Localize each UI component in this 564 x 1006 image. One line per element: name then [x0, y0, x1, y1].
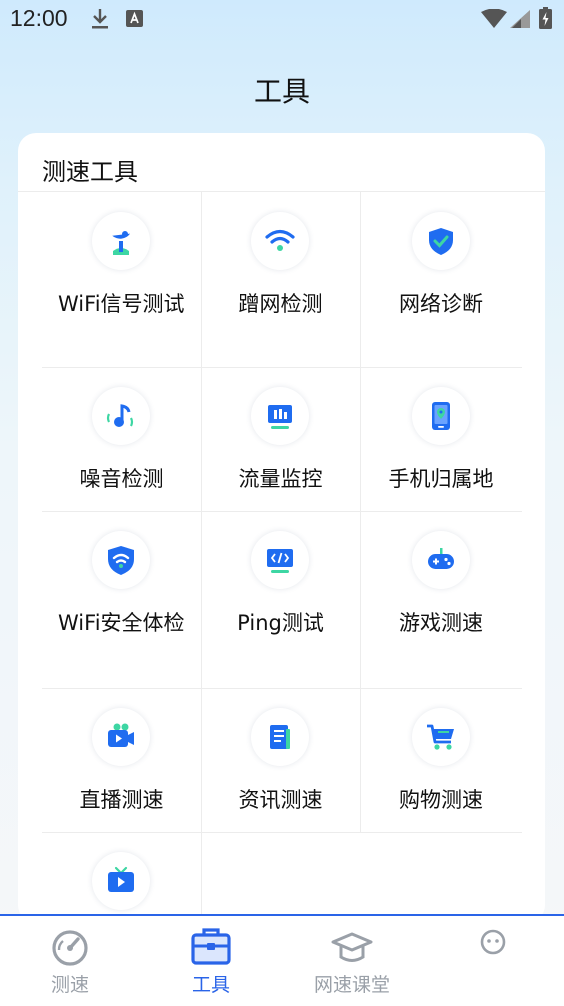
keyboard-a-icon	[126, 10, 143, 31]
tv-play-icon	[92, 852, 150, 910]
tool-wifi-signal-test[interactable]: WiFi信号测试	[42, 192, 201, 367]
phone-location-icon	[412, 387, 470, 445]
tool-label: 资讯测速	[238, 788, 323, 812]
tool-wifi-security-check[interactable]: WiFi安全体检	[42, 511, 201, 688]
tool-label: 噪音检测	[79, 467, 164, 491]
battery-icon	[539, 7, 552, 33]
code-monitor-icon	[251, 531, 309, 589]
shield-check-icon	[412, 212, 470, 270]
nav-label: 工具	[191, 974, 230, 996]
tool-shopping-speed[interactable]: 购物测速	[360, 688, 522, 832]
nav-label: 网速课堂	[313, 974, 390, 996]
wifi-shield-icon	[92, 531, 150, 589]
status-time: 12:00	[10, 5, 68, 31]
tool-label: WiFi安全体检	[58, 611, 185, 635]
section-title: 测速工具	[42, 158, 138, 186]
wifi-icon	[251, 212, 309, 270]
toolbox-icon	[191, 928, 231, 965]
nav-item-tools[interactable]: 工具	[141, 916, 281, 1004]
tool-live-speed[interactable]: 直播测速	[42, 688, 201, 832]
tool-label: 购物测速	[399, 788, 483, 812]
shopping-cart-icon	[412, 708, 470, 766]
smiley-icon	[480, 929, 506, 955]
tool-ping-test[interactable]: Ping测试	[201, 511, 360, 688]
tool-video-speed[interactable]	[42, 832, 201, 923]
nav-item-profile[interactable]	[423, 916, 563, 1004]
cell-signal-icon	[510, 10, 530, 32]
bottom-nav: 测速 工具 网速课堂	[0, 914, 564, 1006]
wifi-signal-icon	[481, 8, 507, 32]
tool-network-diagnosis[interactable]: 网络诊断	[360, 192, 522, 367]
graduation-cap-icon	[331, 932, 373, 962]
nav-item-speed-class[interactable]: 网速课堂	[282, 916, 422, 1004]
status-bar: 12:00	[0, 0, 564, 40]
nav-item-speed-test[interactable]: 测速	[0, 916, 140, 1004]
speed-tools-card: 测速工具 WiFi信号测试 蹭网检测 网络诊断 噪音检测 流量监控 手机归属地 …	[18, 133, 545, 923]
page-title: 工具	[253, 75, 310, 108]
tool-freeloader-detect[interactable]: 蹭网检测	[201, 192, 360, 367]
tool-news-speed[interactable]: 资讯测速	[201, 688, 360, 832]
download-icon	[91, 8, 109, 34]
satellite-dish-icon	[92, 212, 150, 270]
tool-label: 直播测速	[79, 788, 164, 812]
tool-label: 网络诊断	[399, 292, 483, 316]
bar-monitor-icon	[251, 387, 309, 445]
tool-label: 手机归属地	[388, 467, 494, 491]
tool-phone-location[interactable]: 手机归属地	[360, 367, 522, 511]
music-note-icon	[92, 387, 150, 445]
tool-label: 游戏测速	[399, 611, 483, 635]
tool-traffic-monitor[interactable]: 流量监控	[201, 367, 360, 511]
tool-label: 蹭网检测	[238, 292, 323, 316]
gamepad-icon	[412, 531, 470, 589]
nav-label: 测速	[50, 974, 89, 996]
document-icon	[251, 708, 309, 766]
tool-label: Ping测试	[237, 611, 324, 635]
speedometer-icon	[52, 930, 88, 966]
tool-noise-detect[interactable]: 噪音检测	[42, 367, 201, 511]
video-camera-icon	[92, 708, 150, 766]
tool-game-speed[interactable]: 游戏测速	[360, 511, 522, 688]
tool-label: 流量监控	[238, 467, 323, 491]
tool-label: WiFi信号测试	[58, 292, 185, 316]
